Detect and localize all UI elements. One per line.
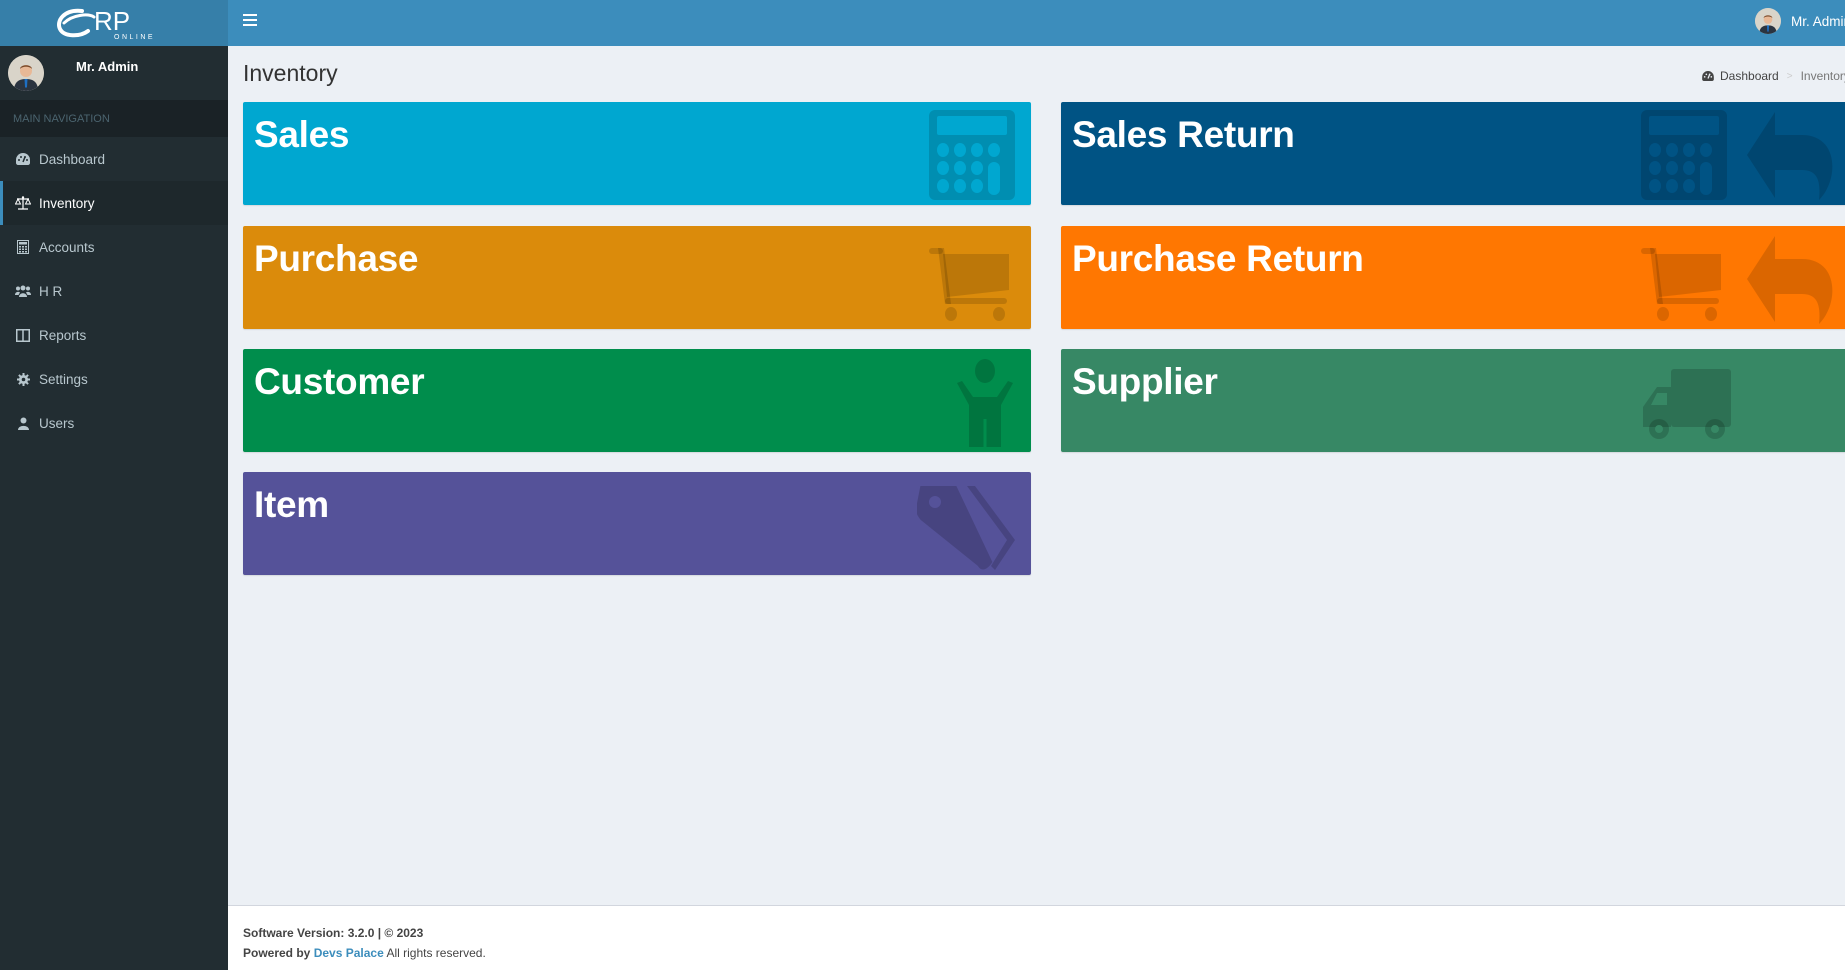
tile-sales-return[interactable]: Sales Return: [1061, 102, 1845, 205]
sidebar-item-label: Reports: [39, 327, 87, 343]
columns-icon: [15, 327, 31, 343]
tile-label: Supplier: [1072, 361, 1218, 402]
user-panel: Mr. Admin: [0, 46, 228, 100]
sidebar-item-label: Settings: [39, 371, 88, 387]
sidebar-item-label: Users: [39, 415, 75, 431]
avatar: [1755, 8, 1781, 34]
user-avatar-icon: [1755, 8, 1781, 34]
erp-logo-icon: RP ONLINE: [57, 6, 155, 41]
shopping-cart-icon: [1641, 248, 1721, 321]
balance-scale-icon: [15, 195, 31, 211]
tile-purchase[interactable]: Purchase: [243, 226, 1031, 329]
sidebar-item-users[interactable]: Users: [0, 401, 228, 445]
hamburger-icon[interactable]: [243, 14, 257, 26]
tile-label: Item: [254, 484, 329, 525]
tile-purchase-return[interactable]: Purchase Return: [1061, 226, 1845, 329]
truck-icon: [1643, 369, 1731, 439]
gear-icon: [15, 371, 31, 387]
calculator-icon: [15, 239, 31, 255]
sidebar-item-label: Accounts: [39, 239, 95, 255]
sidebar-item-accounts[interactable]: Accounts: [0, 225, 228, 269]
sidebar-item-hr[interactable]: H R: [0, 269, 228, 313]
logo-text: RP: [94, 6, 130, 36]
user-icon: [15, 415, 31, 431]
breadcrumb-separator: >: [1786, 70, 1793, 82]
sidebar-item-label: Inventory: [39, 195, 95, 211]
reply-icon: [1747, 112, 1833, 200]
nav-header: MAIN NAVIGATION: [0, 100, 228, 137]
reply-icon: [1747, 236, 1833, 324]
tile-label: Sales: [254, 114, 350, 155]
logo-subtext: ONLINE: [114, 34, 155, 41]
user-name: Mr. Admin: [1791, 13, 1845, 29]
breadcrumb-current: Inventory: [1800, 69, 1845, 83]
dashboard-icon: [1702, 71, 1714, 81]
users-icon: [15, 283, 31, 299]
sidebar-item-label: Dashboard: [39, 151, 106, 167]
app-logo[interactable]: RP ONLINE: [0, 0, 228, 46]
shopping-cart-icon: [929, 248, 1009, 321]
child-icon: [957, 359, 1013, 447]
sidebar-item-dashboard[interactable]: Dashboard: [0, 137, 228, 181]
user-avatar-icon: [8, 55, 44, 91]
calculator-icon: [1641, 110, 1727, 200]
sidebar-item-inventory[interactable]: Inventory: [0, 181, 228, 225]
sidebar-item-label: H R: [39, 283, 63, 299]
sidebar-item-settings[interactable]: Settings: [0, 357, 228, 401]
breadcrumb: Dashboard > Inventory: [1702, 69, 1845, 83]
calculator-icon: [929, 110, 1015, 200]
top-navbar: Mr. Admin: [228, 0, 1845, 46]
footer: Software Version: 3.2.0 | © 2023 Powered…: [228, 905, 1845, 970]
page-title: Inventory: [243, 60, 338, 86]
dashboard-icon: [15, 151, 31, 167]
company-link[interactable]: Devs Palace: [314, 946, 384, 960]
sidebar-item-reports[interactable]: Reports: [0, 313, 228, 357]
breadcrumb-home-label: Dashboard: [1720, 69, 1779, 83]
sidebar: RP ONLINE Mr. Admin MAIN NAVIGATION Dash…: [0, 0, 228, 970]
breadcrumb-dashboard-link[interactable]: Dashboard: [1702, 69, 1779, 83]
user-menu[interactable]: Mr. Admin: [1755, 8, 1845, 34]
user-name: Mr. Admin: [76, 58, 139, 74]
tags-icon: [917, 486, 1015, 570]
tile-label: Sales Return: [1072, 114, 1295, 155]
avatar: [8, 55, 44, 91]
tile-item[interactable]: Item: [243, 472, 1031, 575]
powered-by-label: Powered by: [243, 946, 311, 960]
software-version: Software Version: 3.2.0 | © 2023: [243, 926, 424, 940]
tile-sales[interactable]: Sales: [243, 102, 1031, 205]
tile-customer[interactable]: Customer: [243, 349, 1031, 452]
tile-label: Purchase Return: [1072, 238, 1364, 279]
tile-supplier[interactable]: Supplier: [1061, 349, 1845, 452]
rights-text: All rights reserved.: [386, 946, 486, 960]
tile-label: Customer: [254, 361, 425, 402]
tile-label: Purchase: [254, 238, 419, 279]
